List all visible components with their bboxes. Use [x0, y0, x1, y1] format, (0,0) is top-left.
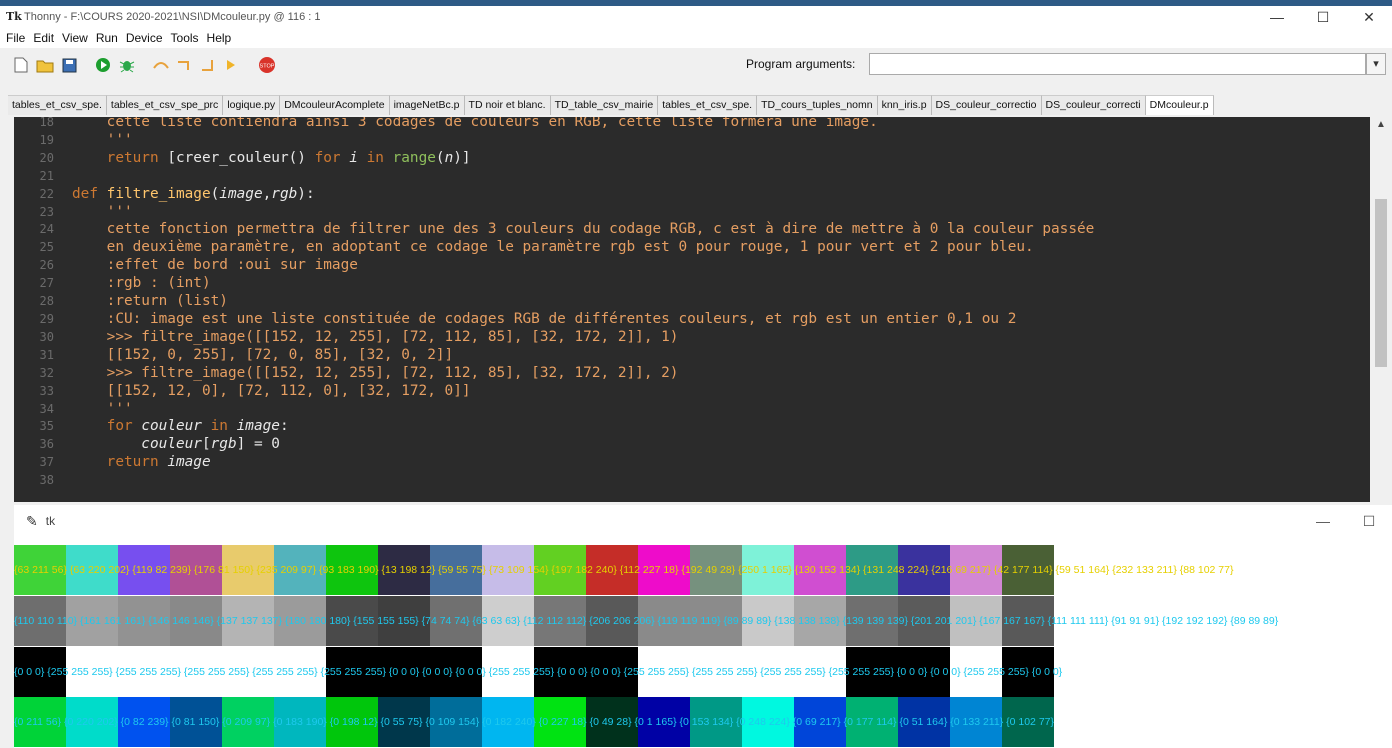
menu-bar: File Edit View Run Device Tools Help [0, 28, 1392, 48]
run-icon[interactable] [94, 56, 112, 74]
tab-active-file[interactable]: DMcouleur.p [1145, 95, 1214, 115]
svg-text:STOP: STOP [260, 64, 275, 70]
code-line[interactable]: :return (list) [72, 293, 1094, 311]
code-line[interactable]: cette fonction permettra de filtrer une … [72, 221, 1095, 239]
thonny-logo-icon: Tk [6, 10, 22, 23]
maximize-icon[interactable]: ☐ [1300, 6, 1346, 28]
minimize-icon[interactable]: — [1300, 513, 1346, 530]
tk-window-title: tk [45, 514, 56, 528]
window-controls: — ☐ ✕ [1254, 6, 1392, 28]
editor-scrollbar[interactable]: ▲ [1370, 117, 1392, 502]
step-into-icon[interactable] [176, 56, 194, 74]
window-title: Thonny - F:\COURS 2020-2021\NSI\DMcouleu… [24, 11, 321, 23]
step-over-icon[interactable] [152, 56, 170, 74]
code-line[interactable] [72, 168, 1094, 186]
stop-icon[interactable]: STOP [258, 56, 276, 74]
code-line[interactable]: ''' [72, 401, 1094, 419]
color-values-label: {0 211 56} {0 220 202} {0 82 239} {0 81 … [14, 716, 1055, 728]
code-line[interactable]: :CU: image est une liste constituée de c… [72, 311, 1094, 329]
line-numbers: 18 19 20 21 22 23 24 25 26 27 28 29 30 3… [39, 117, 54, 488]
program-arguments-field[interactable] [869, 53, 1366, 75]
color-row: {0 211 56} {0 220 202} {0 82 239} {0 81 … [14, 697, 1392, 747]
save-icon[interactable] [60, 56, 78, 74]
code-line[interactable]: return [creer_couleur() for i in range(n… [72, 150, 1094, 168]
code-line[interactable]: >>> filtre_image([[152, 12, 255], [72, 1… [72, 329, 1094, 347]
tab-file[interactable]: tables_et_csv_spe. [658, 95, 758, 115]
tab-file[interactable]: tables_et_csv_spe. [8, 95, 107, 115]
minimize-icon[interactable]: — [1254, 6, 1300, 28]
toolbar: STOP Program arguments: ▾ [0, 48, 1392, 82]
scrollbar-thumb[interactable] [1375, 199, 1387, 367]
menu-help[interactable]: Help [203, 31, 236, 45]
editor-tabs: tables_et_csv_spe. tables_et_csv_spe_prc… [8, 95, 1392, 115]
code-editor[interactable]: 18 19 20 21 22 23 24 25 26 27 28 29 30 3… [14, 117, 1370, 502]
menu-view[interactable]: View [58, 31, 92, 45]
program-arguments-label: Program arguments: [746, 57, 856, 71]
tab-file[interactable]: tables_et_csv_spe_prc [106, 95, 224, 115]
feather-icon: ✎ [26, 512, 38, 529]
resume-icon[interactable] [224, 56, 242, 74]
menu-file[interactable]: File [2, 31, 29, 45]
step-out-icon[interactable] [200, 56, 218, 74]
code-line[interactable] [72, 472, 1094, 490]
code-line[interactable]: [[152, 0, 255], [72, 0, 85], [32, 0, 2]] [72, 347, 1094, 365]
tab-file[interactable]: knn_iris.p [877, 95, 932, 115]
code-line[interactable]: :effet de bord :oui sur image [72, 257, 1094, 275]
tk-window-controls: — ☐ [1300, 513, 1392, 530]
color-row: {110 110 110} {161 161 161} {146 146 146… [14, 596, 1392, 646]
tab-file[interactable]: TD noir et blanc. [464, 95, 551, 115]
color-row: {63 211 56} {63 220 202} {119 82 239} {1… [14, 545, 1392, 595]
menu-tools[interactable]: Tools [167, 31, 203, 45]
tab-file[interactable]: DS_couleur_correctio [931, 95, 1042, 115]
open-file-icon[interactable] [36, 56, 54, 74]
close-icon[interactable]: ✕ [1346, 6, 1392, 28]
code-line[interactable]: ''' [72, 204, 1094, 222]
title-bar: Tk Thonny - F:\COURS 2020-2021\NSI\DMcou… [0, 6, 1392, 28]
menu-device[interactable]: Device [122, 31, 167, 45]
tab-file[interactable]: TD_table_csv_mairie [550, 95, 659, 115]
chevron-down-icon[interactable]: ▾ [1366, 53, 1386, 75]
code-line[interactable]: couleur[rgb] = 0 [72, 436, 1094, 454]
tab-file[interactable]: imageNetBc.p [389, 95, 465, 115]
debug-icon[interactable] [118, 56, 136, 74]
code-line[interactable]: for couleur in image: [72, 418, 1094, 436]
tab-file[interactable]: DS_couleur_correcti [1041, 95, 1146, 115]
color-values-label: {63 211 56} {63 220 202} {119 82 239} {1… [14, 564, 1234, 576]
code-text[interactable]: cette liste contiendra ainsi 3 codages d… [72, 117, 1094, 490]
code-line[interactable]: :rgb : (int) [72, 275, 1094, 293]
tk-title-bar: ✎ tk — ☐ [14, 505, 1392, 537]
code-line[interactable]: def filtre_image(image,rgb): [72, 186, 1094, 204]
tab-file[interactable]: DMcouleurAcomplete [280, 95, 390, 115]
screen: Tk Thonny - F:\COURS 2020-2021\NSI\DMcou… [0, 0, 1392, 748]
menu-edit[interactable]: Edit [29, 31, 58, 45]
color-values-label: {110 110 110} {161 161 161} {146 146 146… [14, 615, 1279, 627]
color-values-label: {0 0 0} {255 255 255} {255 255 255} {255… [14, 666, 1063, 678]
tk-window: ✎ tk — ☐ {63 211 56} {63 220 202} {119 8… [14, 505, 1392, 748]
code-line[interactable]: ''' [72, 132, 1094, 150]
menu-run[interactable]: Run [92, 31, 122, 45]
code-line[interactable]: return image [72, 454, 1094, 472]
new-file-icon[interactable] [12, 56, 30, 74]
code-line[interactable]: en deuxième paramètre, en adoptant ce co… [72, 239, 1094, 257]
code-line[interactable]: [[152, 12, 0], [72, 112, 0], [32, 172, 0… [72, 383, 1094, 401]
color-row: {0 0 0} {255 255 255} {255 255 255} {255… [14, 647, 1392, 697]
maximize-icon[interactable]: ☐ [1346, 513, 1392, 530]
tab-file[interactable]: logique.py [223, 95, 281, 115]
tab-file[interactable]: TD_cours_tuples_nomn [757, 95, 878, 115]
scroll-up-icon[interactable]: ▲ [1370, 119, 1392, 130]
code-line[interactable]: >>> filtre_image([[152, 12, 255], [72, 1… [72, 365, 1094, 383]
code-line[interactable]: cette liste contiendra ainsi 3 codages d… [72, 117, 1094, 132]
